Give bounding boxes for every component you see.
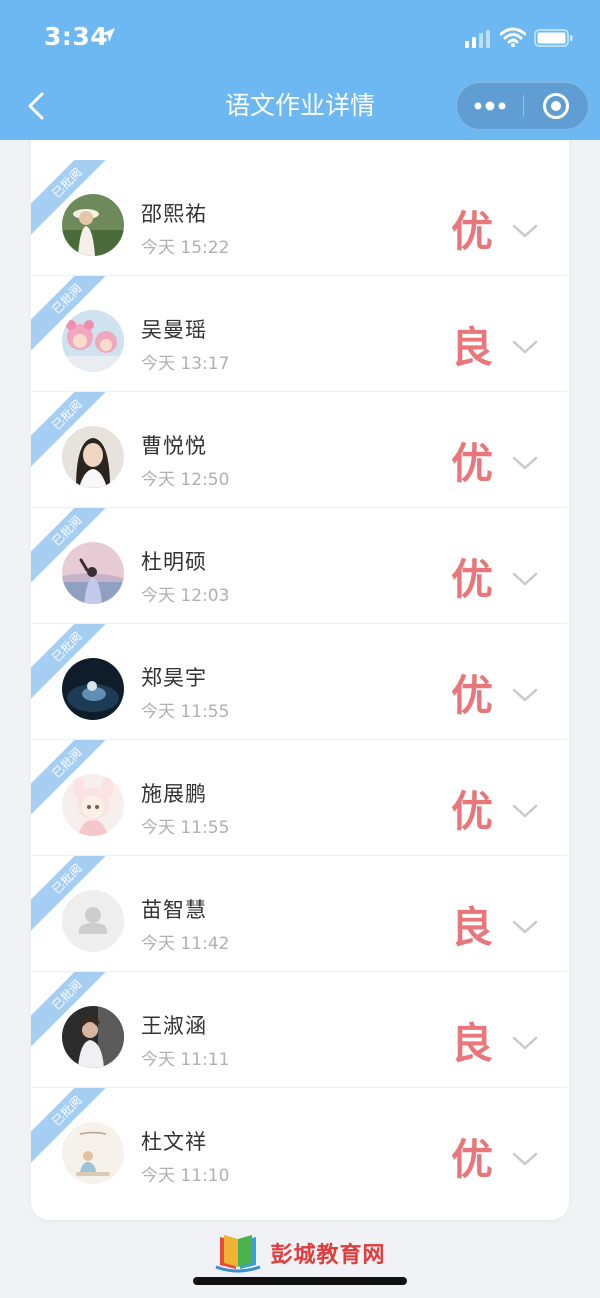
chevron-down-icon[interactable] — [512, 339, 538, 355]
student-name: 曹悦悦 — [141, 434, 207, 458]
submit-time: 今天 11:55 — [141, 818, 230, 838]
book-logo-icon — [215, 1235, 261, 1273]
student-name: 苗智慧 — [141, 898, 207, 922]
cellular-signal-icon — [465, 30, 491, 52]
grade-label: 优 — [450, 207, 493, 256]
chevron-down-icon[interactable] — [512, 919, 538, 935]
student-name: 邵熙祐 — [141, 202, 207, 226]
student-row[interactable]: 已批阅 郑昊宇 今天 11:55 优 — [31, 624, 569, 740]
more-options-button[interactable] — [457, 83, 523, 129]
student-row[interactable]: 已批阅 曹悦悦 今天 12:50 优 — [31, 392, 569, 508]
avatar — [62, 658, 124, 720]
submit-time: 今天 11:11 — [141, 1050, 230, 1070]
target-circle-icon — [543, 93, 569, 119]
student-name: 郑昊宇 — [141, 666, 207, 690]
student-row[interactable]: 已批阅 杜文祥 今天 11:10 优 — [31, 1088, 569, 1203]
avatar — [62, 310, 124, 372]
grade-label: 优 — [450, 1135, 493, 1184]
grade-label: 良 — [450, 903, 493, 952]
status-bar: 3:34 — [0, 0, 600, 76]
homework-list-card: 已批阅 邵熙祐 今天 15:22 优 已批阅 吴曼瑶 今天 13:17 良 已批… — [31, 140, 569, 1220]
student-row[interactable]: 已批阅 苗智慧 今天 11:42 良 — [31, 856, 569, 972]
watermark-text: 彭城教育网 — [270, 1243, 386, 1268]
student-row[interactable]: 已批阅 施展鹏 今天 11:55 优 — [31, 740, 569, 856]
nav-header: 3:34 语文作业详情 — [0, 0, 600, 140]
back-button[interactable] — [18, 86, 54, 126]
close-mini-program-button[interactable] — [524, 83, 588, 129]
submit-time: 今天 11:55 — [141, 702, 230, 722]
chevron-down-icon[interactable] — [512, 455, 538, 471]
student-row[interactable]: 已批阅 王淑涵 今天 11:11 良 — [31, 972, 569, 1088]
submit-time: 今天 12:50 — [141, 470, 230, 490]
student-name: 王淑涵 — [141, 1014, 207, 1038]
submit-time: 今天 11:42 — [141, 934, 230, 954]
chevron-down-icon[interactable] — [512, 803, 538, 819]
avatar — [62, 774, 124, 836]
avatar — [62, 1006, 124, 1068]
student-row[interactable]: 已批阅 吴曼瑶 今天 13:17 良 — [31, 276, 569, 392]
watermark: 彭城教育网 — [0, 1228, 600, 1278]
mini-program-capsule — [456, 82, 589, 130]
avatar — [62, 426, 124, 488]
more-dots-icon — [474, 101, 506, 111]
wifi-icon — [499, 27, 527, 51]
chevron-down-icon[interactable] — [512, 571, 538, 587]
student-name: 施展鹏 — [141, 782, 207, 806]
grade-label: 优 — [450, 555, 493, 604]
avatar — [62, 194, 124, 256]
submit-time: 今天 12:03 — [141, 586, 230, 606]
submit-time: 今天 15:22 — [141, 238, 230, 258]
grade-label: 优 — [450, 439, 493, 488]
grade-label: 良 — [450, 323, 493, 372]
chevron-left-icon — [28, 92, 44, 120]
submit-time: 今天 13:17 — [141, 354, 230, 374]
default-avatar-icon — [62, 890, 124, 952]
student-name: 吴曼瑶 — [141, 318, 207, 342]
home-indicator — [193, 1277, 407, 1285]
student-name: 杜文祥 — [141, 1130, 207, 1154]
location-arrow-icon — [100, 27, 116, 47]
chevron-down-icon[interactable] — [512, 1151, 538, 1167]
submit-time: 今天 11:10 — [141, 1166, 230, 1186]
status-time: 3:34 — [44, 22, 109, 51]
chevron-down-icon[interactable] — [512, 687, 538, 703]
student-row[interactable]: 已批阅 邵熙祐 今天 15:22 优 — [31, 160, 569, 276]
student-list: 已批阅 邵熙祐 今天 15:22 优 已批阅 吴曼瑶 今天 13:17 良 已批… — [31, 160, 569, 1203]
grade-label: 优 — [450, 671, 493, 720]
student-name: 杜明硕 — [141, 550, 207, 574]
battery-icon — [534, 29, 574, 51]
student-row[interactable]: 已批阅 杜明硕 今天 12:03 优 — [31, 508, 569, 624]
chevron-down-icon[interactable] — [512, 223, 538, 239]
grade-label: 良 — [450, 1019, 493, 1068]
chevron-down-icon[interactable] — [512, 1035, 538, 1051]
avatar — [62, 542, 124, 604]
avatar — [62, 1122, 124, 1184]
grade-label: 优 — [450, 787, 493, 836]
